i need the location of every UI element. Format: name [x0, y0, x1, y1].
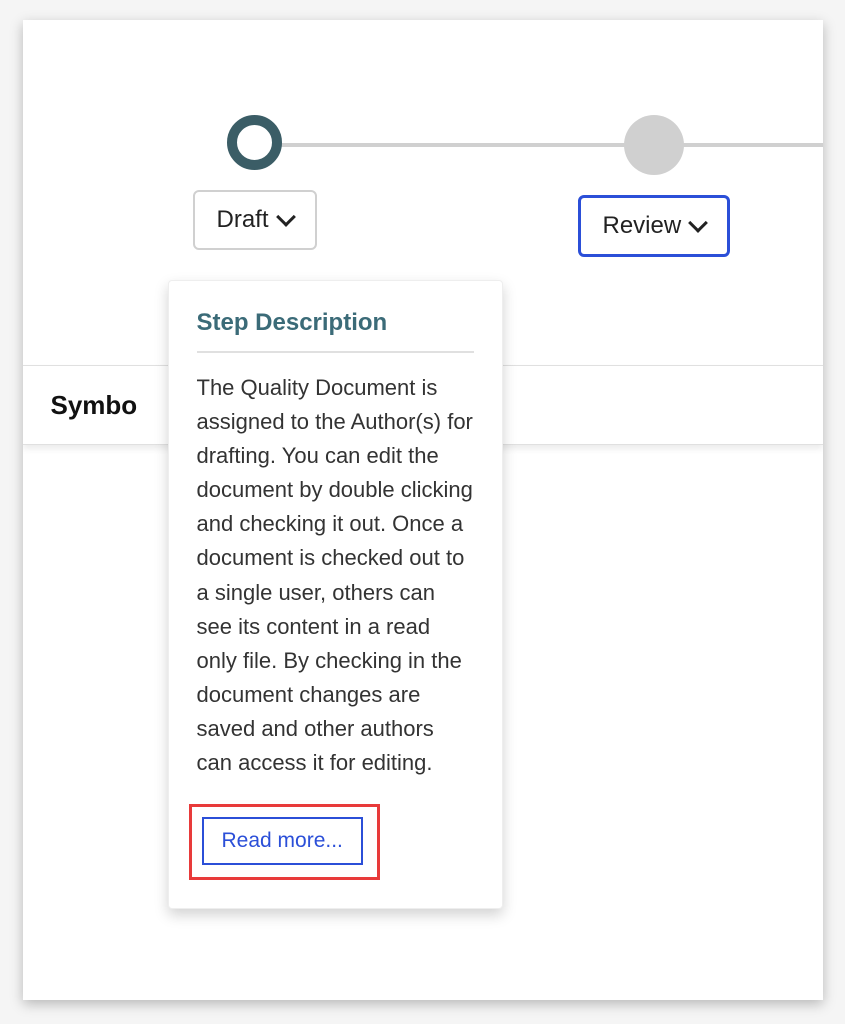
chevron-down-icon	[276, 207, 296, 227]
read-more-button[interactable]: Read more...	[202, 817, 363, 865]
popover-body-text: The Quality Document is assigned to the …	[197, 371, 474, 780]
chevron-down-icon	[688, 213, 708, 233]
step-draft-button[interactable]: Draft	[193, 190, 317, 250]
read-more-highlight: Read more...	[189, 804, 380, 880]
step-description-popover: Step Description The Quality Document is…	[168, 280, 503, 909]
popover-title: Step Description	[197, 309, 474, 353]
step-review-circle-icon	[624, 115, 684, 175]
step-draft: Draft	[193, 115, 317, 250]
workflow-stepper: Draft Review	[23, 20, 823, 280]
step-review-label: Review	[603, 212, 682, 240]
main-panel: Draft Review Symbo Step Description The …	[23, 20, 823, 1000]
step-review: Review	[578, 115, 731, 257]
section-label: Symbo	[51, 390, 138, 421]
step-review-button[interactable]: Review	[578, 195, 731, 257]
step-draft-circle-icon	[227, 115, 282, 170]
step-draft-label: Draft	[217, 206, 269, 234]
stepper-connector-line	[248, 143, 823, 147]
